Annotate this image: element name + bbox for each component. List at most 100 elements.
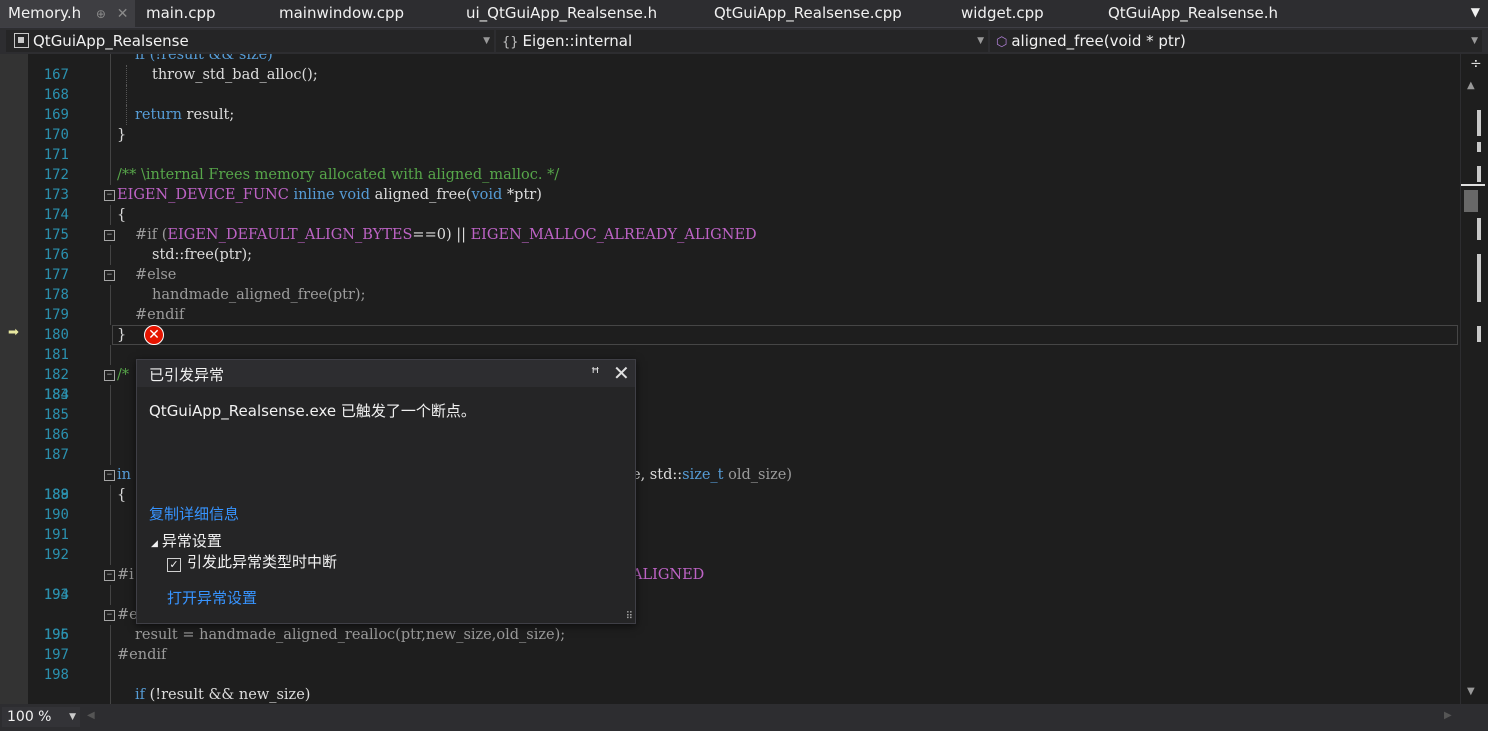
code-text: } bbox=[117, 327, 127, 343]
indent-guide bbox=[126, 65, 128, 85]
code-text: e, std::size_t old_size) bbox=[632, 465, 792, 485]
code-text: std::free(ptr); bbox=[152, 247, 253, 263]
tab-main-cpp[interactable]: main.cpp bbox=[146, 0, 216, 27]
line-number: 191 bbox=[43, 527, 69, 543]
collapse-icon[interactable]: − bbox=[104, 270, 115, 281]
tab-overflow-dropdown-icon[interactable]: ▼ bbox=[1471, 0, 1480, 27]
indent-guide bbox=[110, 545, 111, 565]
indent-guide bbox=[110, 485, 111, 505]
collapse-icon[interactable]: − bbox=[104, 370, 115, 381]
pin-icon[interactable]: ⊕ bbox=[96, 7, 106, 21]
code-token: size_t bbox=[682, 467, 724, 483]
code-token: void bbox=[339, 187, 371, 203]
code-line: 180 #endif bbox=[0, 305, 1460, 343]
scroll-marker bbox=[1477, 218, 1481, 240]
code-line: 167 if (!result && size) bbox=[0, 54, 1460, 83]
code-token: result; bbox=[181, 107, 235, 123]
tab-mainwindow-cpp[interactable]: mainwindow.cpp bbox=[279, 0, 404, 27]
code-text-inactive: handmade_aligned_free(ptr); bbox=[152, 287, 366, 303]
namespace-icon: {} bbox=[502, 35, 519, 50]
collapse-icon[interactable]: − bbox=[104, 570, 115, 581]
line-number: 185 bbox=[43, 407, 69, 423]
split-window-icon[interactable]: ÷ bbox=[1470, 56, 1482, 72]
collapse-icon[interactable]: − bbox=[104, 190, 115, 201]
scroll-right-icon[interactable]: ▶ bbox=[1444, 710, 1452, 721]
tab-ui-qtguiapp-realsense-h[interactable]: ui_QtGuiApp_Realsense.h bbox=[466, 0, 657, 27]
code-line: 175 { bbox=[0, 205, 1460, 243]
tab-widget-cpp[interactable]: widget.cpp bbox=[961, 0, 1044, 27]
indent-guide bbox=[110, 125, 111, 145]
collapse-icon[interactable]: − bbox=[104, 230, 115, 241]
pin-icon[interactable]: ꟸ bbox=[591, 364, 600, 382]
scroll-marker bbox=[1477, 142, 1481, 152]
line-number: 194 bbox=[43, 587, 69, 603]
code-line: 197 #endif bbox=[0, 645, 1460, 665]
code-text: #endif bbox=[117, 647, 167, 663]
scroll-down-icon[interactable]: ▼ bbox=[1467, 686, 1475, 697]
collapse-icon[interactable]: − bbox=[104, 610, 115, 621]
resize-grip-icon[interactable]: ⠿ bbox=[626, 611, 633, 622]
code-line: 171 } bbox=[0, 125, 1460, 163]
member-name: aligned_free(void * ptr) bbox=[1011, 32, 1186, 50]
indent-guide bbox=[126, 105, 128, 125]
code-line: 176 − #if (EIGEN_DEFAULT_ALIGN_BYTES==0)… bbox=[0, 225, 1460, 263]
code-text-inactive: result = handmade_aligned_realloc(ptr,ne… bbox=[135, 627, 566, 643]
code-token: in bbox=[117, 467, 131, 483]
scroll-up-icon[interactable]: ▲ bbox=[1467, 80, 1475, 91]
open-exception-settings-link[interactable]: 打开异常设置 bbox=[167, 587, 257, 608]
chevron-down-icon: ▼ bbox=[1471, 36, 1478, 46]
close-icon[interactable]: ✕ bbox=[613, 361, 630, 385]
code-token: #if ( bbox=[135, 227, 168, 243]
indent-guide bbox=[110, 665, 111, 685]
code-token: inline bbox=[293, 187, 335, 203]
zoom-dropdown[interactable]: 100 % ▼ bbox=[2, 707, 80, 727]
code-token: if bbox=[135, 687, 146, 703]
member-dropdown[interactable]: ⬡ aligned_free(void * ptr) ▼ bbox=[990, 30, 1482, 52]
project-dropdown[interactable]: QtGuiApp_Realsense ▼ bbox=[6, 30, 494, 52]
scope-dropdown[interactable]: {} Eigen::internal ▼ bbox=[496, 30, 988, 52]
vertical-scrollbar[interactable]: ÷ ▲ ▼ bbox=[1460, 54, 1488, 704]
tab-qtguiapp-realsense-cpp[interactable]: QtGuiApp_Realsense.cpp bbox=[714, 0, 902, 27]
code-line: 179 handmade_aligned_free(ptr); bbox=[0, 285, 1460, 323]
editor-bottom-bar: 100 % ▼ ◀ ▶ bbox=[0, 704, 1488, 731]
code-text: if (!result && size) bbox=[135, 54, 273, 65]
code-line: 177 std::free(ptr); bbox=[0, 245, 1460, 283]
indent-guide bbox=[110, 445, 111, 465]
indent-guide bbox=[110, 54, 111, 65]
exception-settings-header[interactable]: ◢ 异常设置 bbox=[151, 530, 222, 551]
indent-guide bbox=[110, 625, 111, 645]
tab-memory-h[interactable]: Memory.h ⊕ ✕ bbox=[0, 0, 135, 27]
scroll-marker bbox=[1477, 110, 1481, 136]
collapse-icon[interactable]: − bbox=[104, 470, 115, 481]
break-on-exception-checkbox[interactable]: ✓ 引发此异常类型时中断 bbox=[167, 551, 337, 572]
tab-label: Memory.h bbox=[8, 4, 82, 22]
close-icon[interactable]: ✕ bbox=[117, 6, 129, 22]
scroll-left-icon[interactable]: ◀ bbox=[87, 710, 95, 721]
code-line: 173 /** \internal Frees memory allocated… bbox=[0, 165, 1460, 203]
code-line: 196 result = handmade_aligned_realloc(ptr… bbox=[0, 625, 1460, 645]
indent-guide bbox=[110, 85, 111, 105]
indent-guide bbox=[110, 405, 111, 425]
collapse-triangle-icon: ◢ bbox=[151, 539, 158, 549]
copy-details-link[interactable]: 复制详细信息 bbox=[149, 503, 239, 524]
error-icon[interactable]: ✕ bbox=[144, 325, 164, 345]
chevron-down-icon: ▼ bbox=[977, 36, 984, 46]
code-line: 178 − #else bbox=[0, 265, 1460, 303]
scroll-marker bbox=[1477, 166, 1481, 182]
code-token: EIGEN_MALLOC_ALREADY_ALIGNED bbox=[470, 227, 757, 243]
scope-name: Eigen::internal bbox=[522, 32, 633, 50]
indent-guide bbox=[110, 245, 111, 265]
code-token: e, std:: bbox=[632, 467, 683, 483]
code-token: ALIGNED bbox=[632, 567, 705, 583]
tab-label: ui_QtGuiApp_Realsense.h bbox=[466, 4, 658, 22]
scroll-thumb[interactable] bbox=[1464, 190, 1478, 212]
code-token: EIGEN_DEVICE_FUNC bbox=[117, 187, 289, 203]
navigation-bar: QtGuiApp_Realsense ▼ {} Eigen::internal ▼… bbox=[0, 27, 1488, 54]
code-line: 199 if (!result && new_size) bbox=[0, 685, 1460, 704]
code-line: 174 − EIGEN_DEVICE_FUNC inline void alig… bbox=[0, 185, 1460, 223]
indent-guide bbox=[110, 585, 111, 605]
line-number: 190 bbox=[43, 507, 69, 523]
indent-guide bbox=[110, 345, 111, 365]
tab-qtguiapp-realsense-h[interactable]: QtGuiApp_Realsense.h bbox=[1108, 0, 1278, 27]
exception-popup-title: 已引发异常 bbox=[149, 366, 225, 384]
